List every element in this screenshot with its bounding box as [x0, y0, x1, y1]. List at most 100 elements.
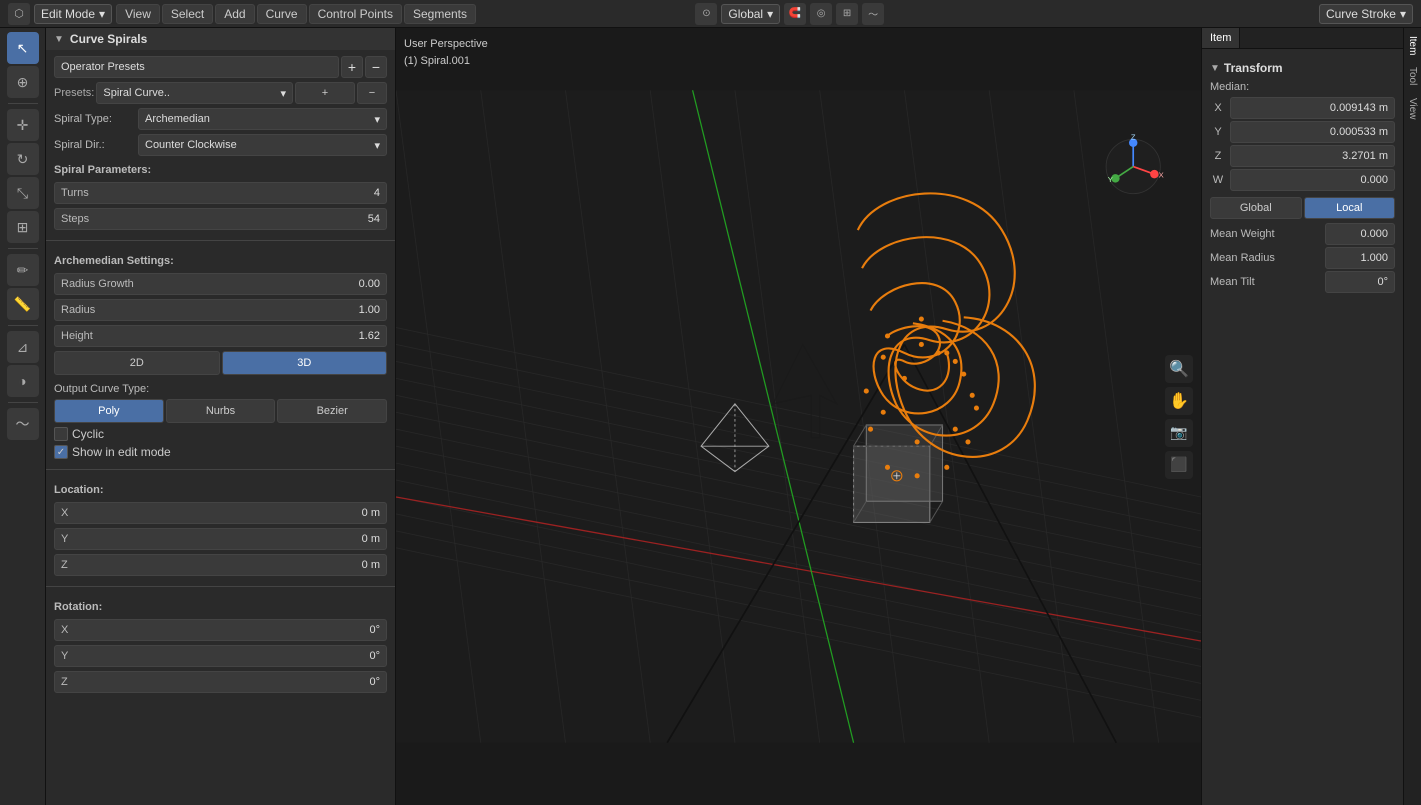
loc-z-label: Z [61, 559, 68, 571]
toolbar-divider-1 [8, 103, 38, 104]
extrude-tool-btn[interactable]: ⊿ [7, 331, 39, 363]
2d-btn[interactable]: 2D [54, 351, 220, 375]
side-tab-tool[interactable]: Tool [1407, 63, 1418, 89]
spiral-dir-value: Counter Clockwise [145, 139, 237, 151]
show-edit-checkbox[interactable]: ✓ [54, 445, 68, 459]
radius-tool-btn[interactable]: ◑ [7, 365, 39, 397]
transform-label: Transform [1224, 61, 1283, 75]
tool-icon-1[interactable]: ⊞ [836, 3, 858, 25]
poly-btn[interactable]: Poly [54, 399, 164, 423]
spiral-type-row: Spiral Type: Archemedian ▾ [54, 108, 387, 130]
operator-presets-row: Operator Presets + − [54, 56, 387, 78]
nav-select[interactable]: Select [162, 4, 213, 24]
transform-section: ▼ Transform Median: X 0.009143 m Y [1202, 49, 1403, 301]
coord-z-row: Z 3.2701 m [1210, 145, 1395, 167]
spiral-type-select[interactable]: Archemedian ▾ [138, 108, 387, 130]
cyclic-checkbox[interactable] [54, 427, 68, 441]
right-panel: Item ▼ Transform Median: X 0.009143 m [1201, 28, 1421, 805]
height-field[interactable]: Height 1.62 [54, 325, 387, 347]
proportional-icon[interactable]: ◎ [810, 3, 832, 25]
preset-add-btn[interactable]: + [295, 82, 355, 104]
spiral-type-chevron-icon: ▾ [374, 113, 380, 126]
loc-y-field[interactable]: Y 0 m [54, 528, 387, 550]
local-btn[interactable]: Local [1304, 197, 1396, 219]
mean-radius-row: Mean Radius 1.000 [1210, 247, 1395, 269]
curve-spirals-title: Curve Spirals [70, 32, 147, 46]
nav-segments[interactable]: Segments [404, 4, 476, 24]
z-coord-value[interactable]: 3.2701 m [1230, 145, 1395, 167]
global-label: Global [728, 7, 763, 21]
presets-label: Presets: [54, 87, 94, 99]
y-coord-value[interactable]: 0.000533 m [1230, 121, 1395, 143]
toolbar-divider-3 [8, 325, 38, 326]
viewport[interactable]: User Perspective (1) Spiral.001 [396, 28, 1201, 805]
radius-growth-label: Radius Growth [61, 278, 134, 290]
radius-growth-field[interactable]: Radius Growth 0.00 [54, 273, 387, 295]
operator-add-btn[interactable]: + [341, 56, 363, 78]
operator-presets-section: Operator Presets + − Presets: Spiral Cur… [46, 50, 395, 236]
coord-y-row: Y 0.000533 m [1210, 121, 1395, 143]
pan-icon[interactable]: ✋ [1165, 387, 1193, 415]
steps-field[interactable]: Steps 54 [54, 208, 387, 230]
move-tool-btn[interactable]: ✛ [7, 109, 39, 141]
nav-curve[interactable]: Curve [257, 4, 307, 24]
curve-draw-btn[interactable]: 〜 [7, 408, 39, 440]
nav-control-points[interactable]: Control Points [309, 4, 402, 24]
mode-chevron-icon: ▾ [99, 7, 105, 21]
header-arrow-icon: ▼ [54, 34, 64, 45]
global-local-row: Global Local [1210, 197, 1395, 219]
x-coord-value[interactable]: 0.009143 m [1230, 97, 1395, 119]
turns-field[interactable]: Turns 4 [54, 182, 387, 204]
camera-icon[interactable]: 📷 [1165, 419, 1193, 447]
operator-presets-field[interactable]: Operator Presets [54, 56, 339, 78]
rot-z-field[interactable]: Z 0° [54, 671, 387, 693]
mean-weight-value[interactable]: 0.000 [1325, 223, 1395, 245]
spiral-dir-chevron-icon: ▾ [374, 139, 380, 152]
w-coord-value[interactable]: 0.000 [1230, 169, 1395, 191]
operator-remove-btn[interactable]: − [365, 56, 387, 78]
median-label: Median: [1210, 79, 1395, 97]
nurbs-btn[interactable]: Nurbs [166, 399, 276, 423]
snap-icon[interactable]: 🧲 [784, 3, 806, 25]
right-panel-content: Item ▼ Transform Median: X 0.009143 m [1202, 28, 1403, 805]
nav-view[interactable]: View [116, 4, 160, 24]
mean-tilt-value[interactable]: 0° [1325, 271, 1395, 293]
loc-z-value: 0 m [362, 559, 380, 571]
mean-radius-value[interactable]: 1.000 [1325, 247, 1395, 269]
cursor-tool-btn[interactable]: ⊕ [7, 66, 39, 98]
measure-tool-btn[interactable]: 📏 [7, 288, 39, 320]
zoom-in-icon[interactable]: 🔍 [1165, 355, 1193, 383]
select-tool-btn[interactable]: ↖ [7, 32, 39, 64]
curve-stroke-icon[interactable]: 〜 [862, 3, 884, 25]
rotate-tool-btn[interactable]: ↻ [7, 143, 39, 175]
side-tab-item[interactable]: Item [1407, 32, 1418, 59]
render-icon[interactable]: ⬛ [1165, 451, 1193, 479]
pivot-icon[interactable]: ⊙ [695, 3, 717, 25]
rot-x-field[interactable]: X 0° [54, 619, 387, 641]
bezier-btn[interactable]: Bezier [277, 399, 387, 423]
rotation-header: Rotation: [54, 597, 387, 615]
global-selector[interactable]: Global ▾ [721, 4, 780, 24]
radius-field[interactable]: Radius 1.00 [54, 299, 387, 321]
annotate-tool-btn[interactable]: ✏ [7, 254, 39, 286]
tab-item[interactable]: Item [1202, 28, 1240, 48]
side-tab-view[interactable]: View [1407, 94, 1418, 124]
rot-y-field[interactable]: Y 0° [54, 645, 387, 667]
global-btn[interactable]: Global [1210, 197, 1302, 219]
scale-tool-btn[interactable]: ⤡ [7, 177, 39, 209]
loc-z-field[interactable]: Z 0 m [54, 554, 387, 576]
preset-remove-btn[interactable]: − [357, 82, 387, 104]
mode-selector[interactable]: Edit Mode ▾ [34, 4, 112, 24]
divider-3 [46, 586, 395, 587]
transform-tool-btn[interactable]: ⊞ [7, 211, 39, 243]
3d-btn[interactable]: 3D [222, 351, 388, 375]
curve-stroke-selector[interactable]: Curve Stroke ▾ [1319, 4, 1413, 24]
preset-select[interactable]: Spiral Curve.. ▾ [96, 82, 293, 104]
loc-x-field[interactable]: X 0 m [54, 502, 387, 524]
nav-add[interactable]: Add [215, 4, 254, 24]
curve-spirals-header[interactable]: ▼ Curve Spirals [46, 28, 395, 50]
rot-z-label: Z [61, 676, 68, 688]
top-nav: View Select Add Curve Control Points Seg… [116, 4, 476, 24]
spiral-dir-select[interactable]: Counter Clockwise ▾ [138, 134, 387, 156]
svg-text:X: X [1159, 171, 1164, 180]
